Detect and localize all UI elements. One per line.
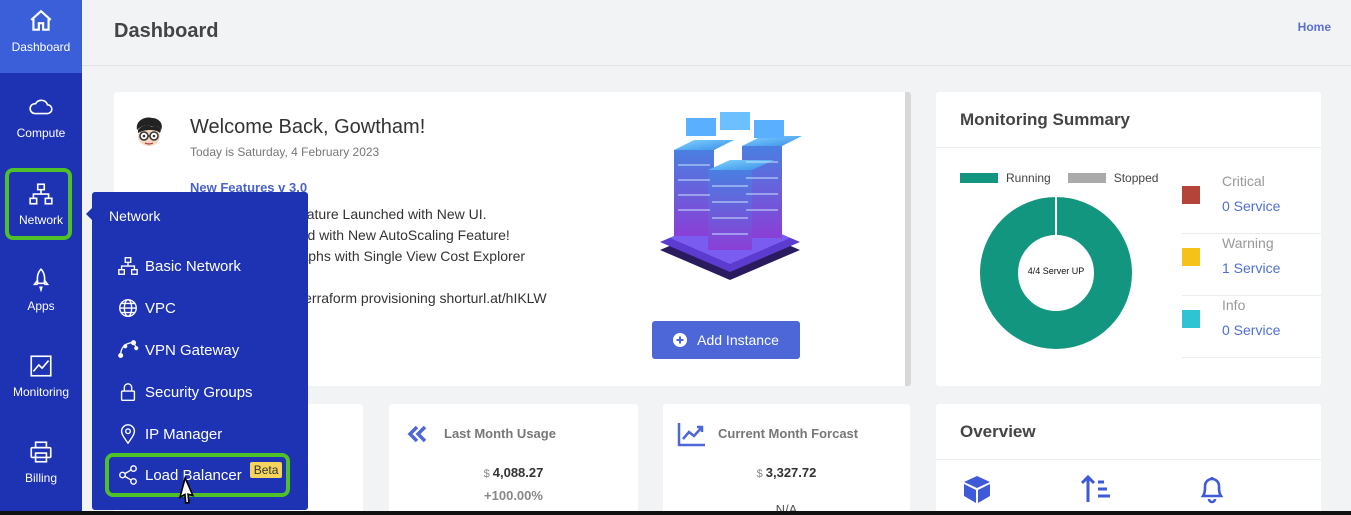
network-icon — [118, 257, 138, 275]
legend-swatch-running — [960, 173, 998, 183]
vpn-icon — [118, 340, 139, 359]
amount: 4,088.27 — [492, 465, 544, 480]
last-month-usage-card: Last Month Usage $4,088.27 +100.00% — [389, 404, 638, 515]
menu-item-label: VPC — [145, 299, 176, 317]
menu-item-label: IP Manager — [145, 425, 223, 443]
status-count-link[interactable]: 0 Service — [1222, 322, 1280, 338]
divider — [936, 147, 1321, 148]
menu-item-label: VPN Gateway — [145, 341, 240, 359]
status-name: Critical — [1222, 173, 1265, 189]
last-month-usage-value: $4,088.27 — [389, 465, 638, 480]
menu-item-vpc[interactable]: VPC — [117, 295, 176, 321]
status-name: Warning — [1222, 235, 1274, 251]
chart-icon — [30, 355, 52, 377]
sidebar-item-compute[interactable]: Compute — [0, 86, 82, 159]
menu-item-security-groups[interactable]: Security Groups — [117, 379, 253, 405]
last-month-usage-change: +100.00% — [484, 488, 543, 503]
map-pin-icon — [120, 424, 136, 445]
current-month-forecast-card: Current Month Forcast $3,327.72 N/A — [663, 404, 910, 515]
sidebar-item-label: Billing — [24, 471, 57, 485]
sidebar-item-monitoring[interactable]: Monitoring — [0, 345, 82, 418]
printer-icon — [30, 441, 52, 463]
legend-swatch-stopped — [1067, 173, 1106, 183]
sidebar-item-billing[interactable]: Billing — [0, 431, 82, 504]
status-swatch-critical — [1182, 186, 1200, 204]
welcome-date: Today is Saturday, 4 February 2023 — [190, 145, 380, 159]
amount: 3,327.72 — [765, 465, 817, 480]
page-title: Dashboard — [114, 20, 219, 42]
breadcrumb-home-link[interactable]: Home — [1298, 20, 1331, 34]
status-swatch-warning — [1182, 248, 1200, 266]
sidebar-item-label: Monitoring — [12, 385, 70, 399]
cube-icon[interactable] — [962, 474, 992, 504]
currency-symbol: $ — [483, 468, 490, 480]
network-highlight-outline — [5, 168, 72, 240]
currency-symbol: $ — [756, 468, 763, 480]
add-instance-label: Add Instance — [697, 332, 779, 348]
menu-item-vpn-gateway[interactable]: VPN Gateway — [117, 337, 239, 363]
flyout-title: Network — [109, 208, 161, 224]
add-instance-button[interactable]: Add Instance — [652, 321, 800, 359]
bell-icon[interactable] — [1198, 474, 1226, 504]
sidebar-item-dashboard[interactable]: Dashboard — [0, 0, 82, 73]
status-row-info: Info 0 Service — [1182, 296, 1321, 358]
overview-card: Overview — [936, 404, 1321, 515]
welcome-title: Welcome Back, Gowtham! — [190, 116, 426, 138]
legend-label-stopped[interactable]: Stopped — [1114, 171, 1159, 185]
cloud-icon — [29, 99, 53, 115]
monitoring-summary-card: Monitoring Summary Running Stopped 4/4 S… — [936, 92, 1321, 386]
current-month-forecast-value: $3,327.72 — [663, 465, 910, 480]
divider — [936, 459, 1321, 460]
rocket-icon — [32, 268, 50, 293]
lock-icon — [120, 383, 136, 401]
sidebar-item-label: Compute — [16, 126, 66, 140]
status-name: Info — [1222, 297, 1246, 313]
sidebar-item-label: Dashboard — [11, 40, 71, 54]
status-count-link[interactable]: 0 Service — [1222, 198, 1280, 214]
sort-asc-icon[interactable] — [1080, 474, 1112, 504]
trend-up-icon — [677, 423, 705, 447]
home-icon — [30, 9, 52, 31]
sidebar-item-label: Apps — [27, 299, 55, 313]
status-count-link[interactable]: 1 Service — [1222, 260, 1280, 276]
bottom-border — [0, 511, 1351, 515]
server-illustration — [660, 112, 802, 280]
status-row-warning: Warning 1 Service — [1182, 234, 1321, 296]
menu-item-label: Basic Network — [145, 257, 241, 275]
globe-icon — [119, 299, 137, 317]
status-swatch-info — [1182, 310, 1200, 328]
menu-item-ip-manager[interactable]: IP Manager — [117, 421, 222, 447]
menu-item-label: Security Groups — [145, 383, 253, 401]
chart-legend: Running Stopped — [960, 171, 1158, 185]
avatar — [136, 117, 162, 146]
menu-item-basic-network[interactable]: Basic Network — [117, 253, 241, 279]
mouse-pointer-icon — [178, 475, 195, 504]
legend-label-running[interactable]: Running — [1006, 171, 1051, 185]
status-row-critical: Critical 0 Service — [1182, 172, 1321, 234]
sidebar-item-apps[interactable]: Apps — [0, 259, 82, 332]
sidebar: Dashboard Compute Network Apps Monitorin… — [0, 0, 82, 515]
plus-circle-icon — [673, 333, 688, 347]
monitoring-summary-title: Monitoring Summary — [960, 110, 1131, 129]
double-chevron-left-icon — [407, 425, 427, 443]
donut-center-label: 4/4 Server UP — [1027, 266, 1085, 276]
overview-title: Overview — [960, 422, 1036, 441]
current-month-forecast-title: Current Month Forcast — [718, 426, 859, 441]
last-month-usage-title: Last Month Usage — [444, 426, 556, 441]
header: Dashboard Home — [82, 0, 1351, 66]
